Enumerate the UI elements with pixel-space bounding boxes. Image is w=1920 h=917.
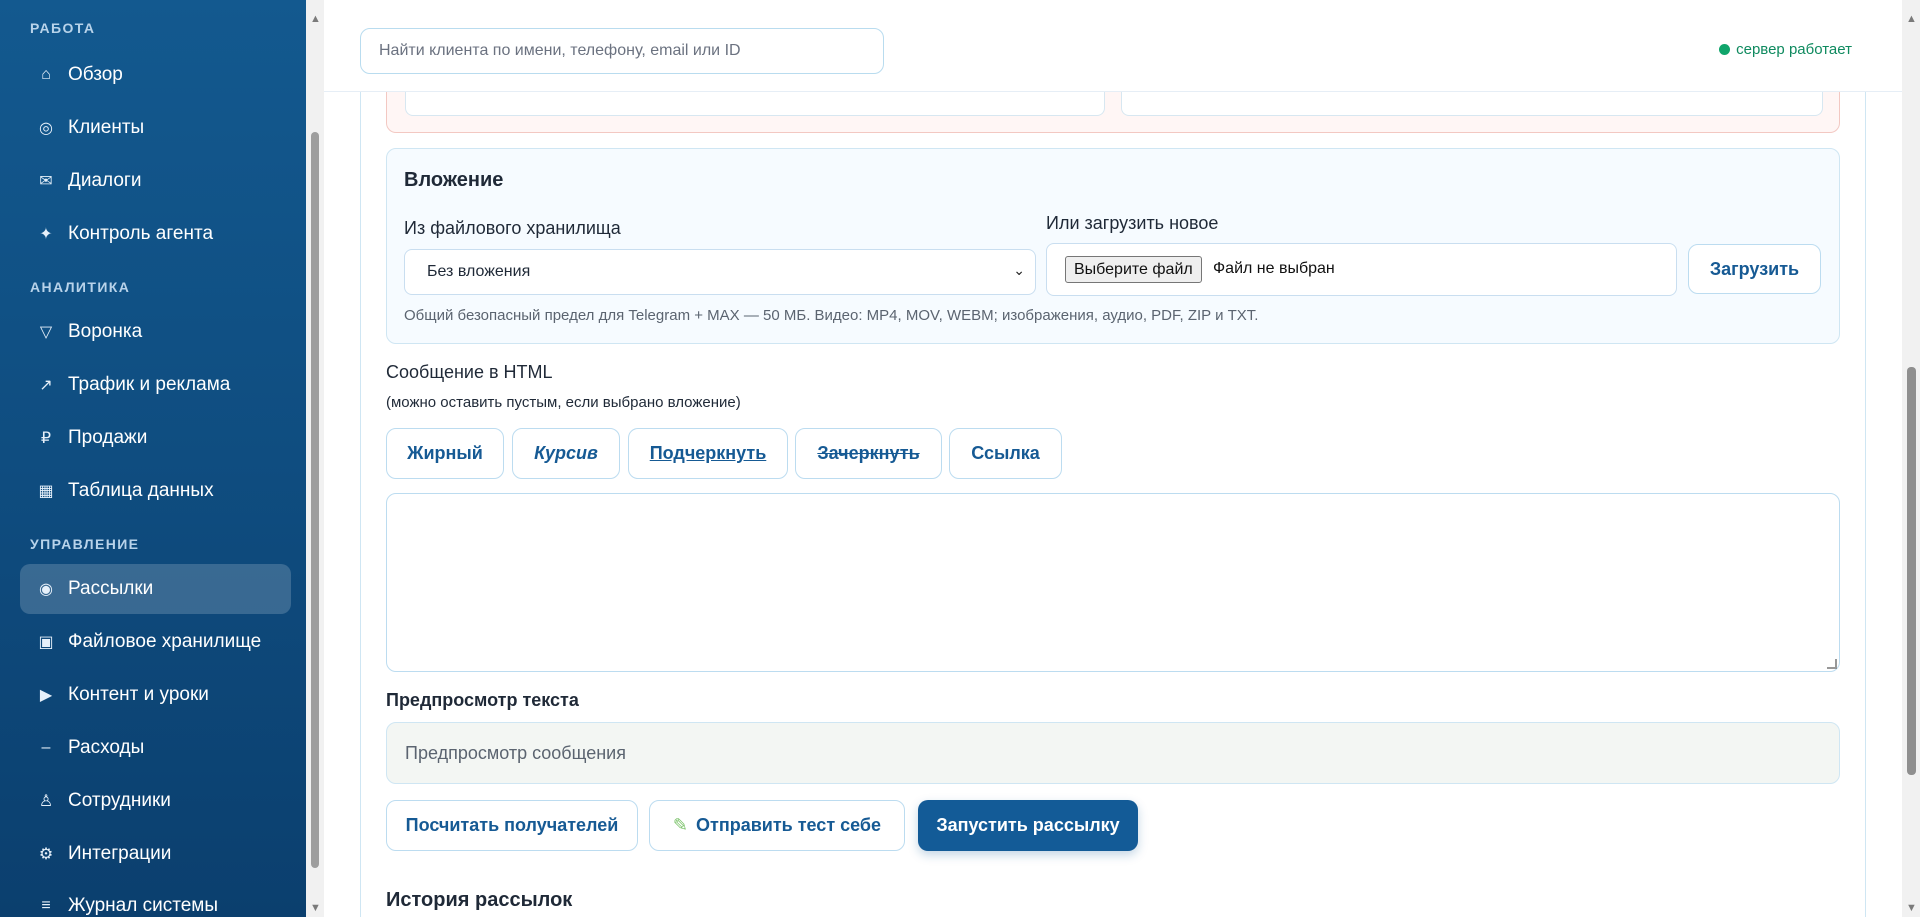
sidebar-item-system-log[interactable]: ≡ Журнал системы <box>20 881 291 917</box>
underline-button[interactable]: Подчеркнуть <box>628 428 788 479</box>
bold-button[interactable]: Жирный <box>386 428 504 479</box>
funnel-icon: ▽ <box>39 324 53 341</box>
sidebar-item-label: Контент и уроки <box>68 684 209 705</box>
sidebar-item-dialogs[interactable]: ✉ Диалоги <box>20 156 291 206</box>
page-scrollbar[interactable]: ▲ ▼ <box>1902 0 1920 917</box>
file-input[interactable]: Выберите файл Файл не выбран <box>1046 243 1677 296</box>
ruble-icon: ₽ <box>40 430 52 447</box>
sidebar-item-sales[interactable]: ₽ Продажи <box>20 413 291 463</box>
sidebar-item-label: Журнал системы <box>68 895 218 916</box>
clients-icon: ◎ <box>39 120 53 137</box>
attachment-size-note: Общий безопасный предел для Telegram + M… <box>404 307 1259 324</box>
sidebar-scrollbar[interactable]: ▲ ▼ <box>306 0 324 917</box>
file-status-text: Файл не выбран <box>1213 260 1335 277</box>
arrow-up-right-icon: ↗ <box>39 377 53 394</box>
chevron-down-icon: ⌄ <box>1013 262 1025 278</box>
sidebar-item-data-table[interactable]: ▦ Таблица данных <box>20 466 291 516</box>
sidebar-item-content[interactable]: ▶ Контент и уроки <box>20 670 291 720</box>
send-test-label: Отправить тест себе <box>696 815 882 835</box>
launch-broadcast-button[interactable]: Запустить рассылку <box>918 800 1138 851</box>
home-icon: ⌂ <box>41 66 51 83</box>
sidebar-item-agent-control[interactable]: ✦ Контроль агента <box>20 209 291 259</box>
sidebar-item-funnel[interactable]: ▽ Воронка <box>20 307 291 357</box>
storage-label: Из файлового хранилища <box>404 218 621 238</box>
server-status-text: сервер работает <box>1736 41 1852 58</box>
sidebar-item-label: Рассылки <box>68 578 154 599</box>
sidebar-section-management: УПРАВЛЕНИЕ <box>30 536 140 552</box>
sidebar-item-broadcasts[interactable]: ◉ Рассылки <box>20 564 291 614</box>
client-search-input[interactable]: Найти клиента по имени, телефону, email … <box>360 28 884 74</box>
sidebar: РАБОТА ⌂ Обзор ◎ Клиенты ✉ Диалоги ✦ Контрол… <box>0 0 306 917</box>
scroll-down-arrow-icon[interactable]: ▼ <box>1906 903 1917 914</box>
sidebar-item-label: Диалоги <box>68 170 142 191</box>
storage-select[interactable]: Без вложения ⌄ <box>404 249 1036 295</box>
scroll-up-arrow-icon[interactable]: ▲ <box>310 14 321 25</box>
sidebar-item-expenses[interactable]: – Расходы <box>20 723 291 773</box>
list-icon: ≡ <box>41 897 51 914</box>
resize-handle-icon[interactable] <box>1827 659 1837 669</box>
sidebar-item-file-storage[interactable]: ▣ Файловое хранилище <box>20 617 291 667</box>
page-scrollbar-thumb[interactable] <box>1907 367 1916 775</box>
play-icon: ▶ <box>39 687 53 704</box>
attachment-title: Вложение <box>404 169 504 191</box>
sidebar-item-label: Воронка <box>68 321 143 342</box>
broadcast-icon: ◉ <box>39 581 53 598</box>
send-test-button[interactable]: ✎ Отправить тест себе <box>649 800 905 851</box>
sidebar-item-label: Таблица данных <box>68 480 214 501</box>
link-button[interactable]: Ссылка <box>949 428 1062 479</box>
sidebar-item-label: Контроль агента <box>68 223 214 244</box>
strikethrough-button[interactable]: Зачеркнуть <box>795 428 942 479</box>
sidebar-item-traffic[interactable]: ↗ Трафик и реклама <box>20 360 291 410</box>
sidebar-section-work: РАБОТА <box>30 20 96 36</box>
test-tube-icon: ✎ <box>672 815 689 835</box>
sidebar-item-label: Файловое хранилище <box>68 631 262 652</box>
sidebar-item-employees[interactable]: ♙ Сотрудники <box>20 776 291 826</box>
user-icon: ♙ <box>38 793 54 810</box>
sidebar-section-analytics: АНАЛИТИКА <box>30 279 131 295</box>
sidebar-item-label: Интеграции <box>68 843 172 864</box>
count-recipients-button[interactable]: Посчитать получателей <box>386 800 638 851</box>
gear-icon: ⚙ <box>38 846 54 863</box>
upload-button[interactable]: Загрузить <box>1688 244 1821 294</box>
table-icon: ▦ <box>38 483 54 500</box>
scroll-up-arrow-icon[interactable]: ▲ <box>1906 14 1917 25</box>
preview-title: Предпросмотр текста <box>386 690 579 710</box>
sidebar-item-overview[interactable]: ⌂ Обзор <box>20 50 291 100</box>
italic-button[interactable]: Курсив <box>512 428 620 479</box>
sidebar-item-label: Продажи <box>68 427 148 448</box>
upload-label: Или загрузить новое <box>1046 213 1219 233</box>
sidebar-item-label: Трафик и реклама <box>68 374 231 395</box>
sidebar-item-clients[interactable]: ◎ Клиенты <box>20 103 291 153</box>
minus-icon: – <box>41 739 51 756</box>
choose-file-button[interactable]: Выберите файл <box>1065 256 1202 283</box>
sidebar-item-label: Обзор <box>68 64 123 85</box>
storage-select-value: Без вложения <box>427 263 531 280</box>
top-bar: Найти клиента по имени, телефону, email … <box>324 8 1902 92</box>
sidebar-scrollbar-thumb[interactable] <box>311 132 319 868</box>
message-preview: Предпросмотр сообщения <box>386 722 1840 784</box>
file-storage-icon: ▣ <box>38 634 54 651</box>
sidebar-item-label: Клиенты <box>68 117 145 138</box>
mail-icon: ✉ <box>39 173 53 190</box>
status-dot-icon <box>1719 44 1731 55</box>
message-html-textarea[interactable] <box>386 493 1840 672</box>
scroll-down-arrow-icon[interactable]: ▼ <box>310 903 321 914</box>
sidebar-item-label: Сотрудники <box>68 790 171 811</box>
sparkle-icon: ✦ <box>39 226 53 243</box>
server-status: сервер работает <box>1719 41 1852 58</box>
message-title: Сообщение в HTML <box>386 362 553 382</box>
sidebar-item-integrations[interactable]: ⚙ Интеграции <box>20 829 291 879</box>
history-title: История рассылок <box>386 889 573 911</box>
message-subtitle: (можно оставить пустым, если выбрано вло… <box>386 394 741 411</box>
sidebar-item-label: Расходы <box>68 737 145 758</box>
